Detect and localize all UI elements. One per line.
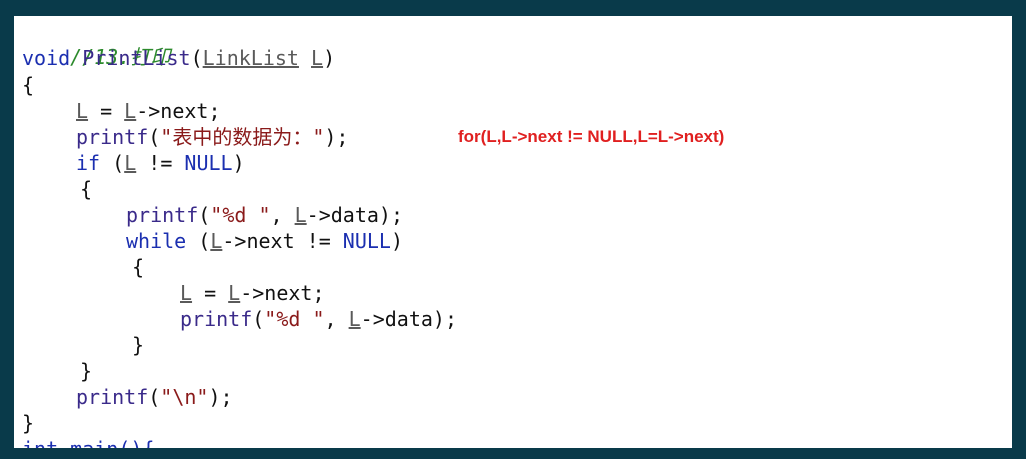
op: = (88, 99, 125, 123)
paren: ) (390, 229, 403, 253)
string-literal: "\n" (160, 385, 209, 409)
null-const: NULL (342, 229, 391, 253)
paren: ) (232, 151, 245, 175)
code-line-15: printf("\n"); (76, 384, 233, 410)
var: L (124, 151, 137, 175)
keyword-void: void (22, 46, 71, 70)
code-line-6: if (L != NULL) (76, 150, 245, 176)
call-printf: printf (76, 385, 149, 409)
function-name: PrintList (82, 46, 191, 70)
var: L (348, 307, 361, 331)
code-line-2: void PrintList(LinkList L) (22, 45, 335, 71)
string-literal: "%d " (210, 203, 271, 227)
paren: ( (186, 229, 211, 253)
code-line-7: { (80, 176, 92, 202)
paren: ( (198, 203, 211, 227)
var: L (180, 281, 193, 305)
paren: ( (252, 307, 265, 331)
member: ->data); (306, 203, 403, 227)
string-literal: "表中的数据为：" (160, 125, 325, 149)
code-line-14: } (80, 358, 92, 384)
tail: ); (208, 385, 233, 409)
call-printf: printf (126, 203, 199, 227)
paren: ) (323, 46, 336, 70)
code-line-17-partial: int main(){ (22, 436, 182, 448)
brace: } (80, 359, 93, 383)
member: ->next; (136, 99, 221, 123)
red-annotation: for(L,L->next != NULL,L=L->next) (458, 127, 725, 146)
member: ->next; (240, 281, 325, 305)
condition: ->next != (222, 229, 343, 253)
code-line-3: { (22, 72, 34, 98)
var: L (294, 203, 307, 227)
paren: ( (148, 385, 161, 409)
var: L (210, 229, 223, 253)
code-line-16: } (22, 410, 34, 436)
code-line-13: } (132, 332, 144, 358)
op: != (136, 151, 185, 175)
code-line-10: { (132, 254, 144, 280)
tail: ); (324, 125, 349, 149)
paren: ( (100, 151, 125, 175)
brace: { (132, 255, 145, 279)
keyword-while: while (126, 229, 187, 253)
brace: { (22, 73, 35, 97)
op: = (192, 281, 229, 305)
null-const: NULL (184, 151, 233, 175)
string-literal: "%d " (264, 307, 325, 331)
param-name: L (311, 46, 324, 70)
code-line-4: L = L->next; (76, 98, 221, 124)
call-printf: printf (180, 307, 253, 331)
comma: , (270, 203, 295, 227)
brace: } (132, 333, 145, 357)
var: L (228, 281, 241, 305)
var: L (124, 99, 137, 123)
code-line-1: //13.打印 (22, 18, 170, 69)
member: ->data); (360, 307, 457, 331)
type-name: LinkList (202, 46, 299, 70)
call-printf: printf (76, 125, 149, 149)
partial-text: int main(){ (22, 437, 154, 448)
brace: } (22, 411, 35, 435)
code-line-12: printf("%d ", L->data); (180, 306, 457, 332)
brace: { (80, 177, 93, 201)
paren: ( (190, 46, 203, 70)
code-line-8: printf("%d ", L->data); (126, 202, 403, 228)
code-editor[interactable]: //13.打印 void PrintList(LinkList L) { L =… (14, 16, 1012, 448)
code-line-5: printf("表中的数据为："); (76, 124, 348, 150)
var: L (76, 99, 89, 123)
code-line-11: L = L->next; (180, 280, 325, 306)
paren: ( (148, 125, 161, 149)
comma: , (324, 307, 349, 331)
keyword-if: if (76, 151, 101, 175)
code-line-9: while (L->next != NULL) (126, 228, 403, 254)
